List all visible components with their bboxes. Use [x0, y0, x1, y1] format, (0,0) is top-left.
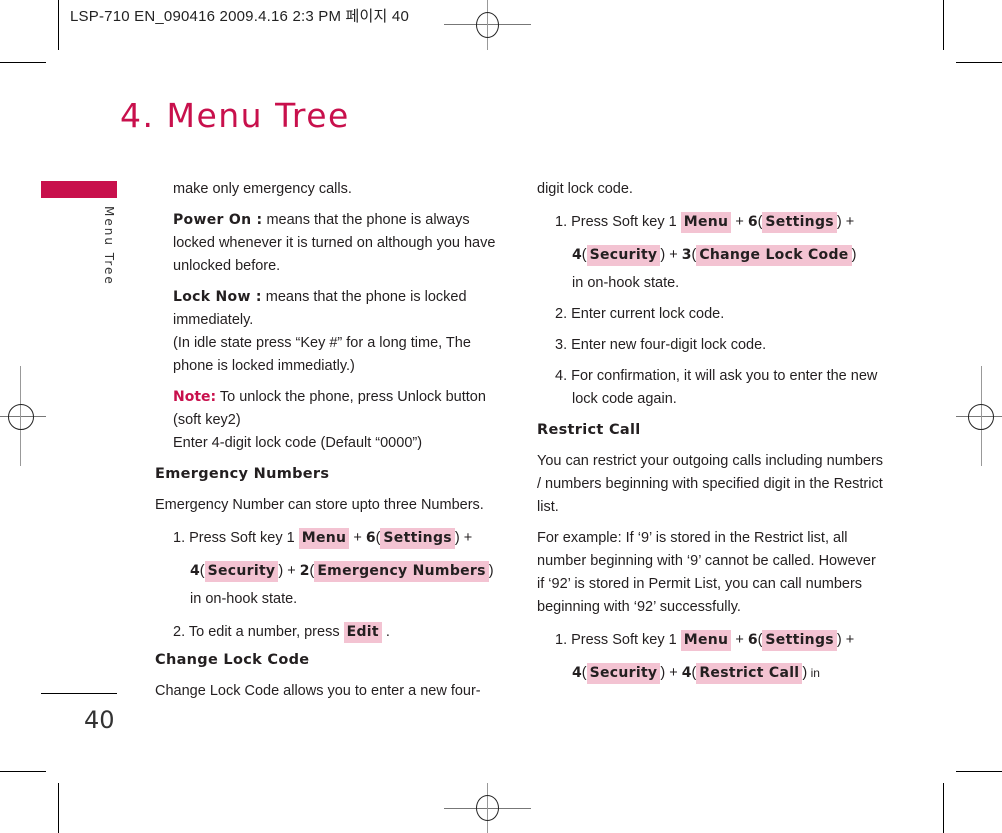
key-number: 6 — [747, 632, 758, 648]
step-2: 2. Enter current lock code. — [555, 306, 725, 322]
key-change-lock-code: Change Lock Code — [696, 245, 852, 266]
registration-mark — [476, 12, 499, 38]
restrict-example: For example: If ‘9’ is stored in the Res… — [537, 530, 876, 615]
step-text: in — [807, 666, 820, 680]
crop-mark — [956, 771, 1002, 772]
key-edit: Edit — [343, 622, 382, 643]
key-number: 2 — [299, 563, 310, 579]
registration-mark — [968, 404, 994, 430]
key-settings: Settings — [762, 630, 837, 651]
note-label: Note: — [173, 389, 217, 405]
page-number-rule — [41, 693, 117, 694]
section-tab-label: Menu Tree — [102, 206, 116, 286]
step-1-suffix: in on-hook state. — [190, 591, 298, 607]
key-emergency-numbers: Emergency Numbers — [314, 561, 489, 582]
note-paragraph: Note: To unlock the phone, press Unlock … — [155, 386, 500, 432]
lock-now-paragraph: Lock Now : means that the phone is locke… — [155, 286, 500, 332]
key-number: 4 — [572, 247, 582, 263]
section-heading-restrict-call: Restrict Call — [537, 419, 887, 442]
key-number: 6 — [365, 530, 376, 546]
power-on-paragraph: Power On : means that the phone is alway… — [155, 209, 500, 278]
crop-mark — [0, 771, 46, 772]
step-1-suffix: in on-hook state. — [572, 275, 680, 291]
restrict-desc: You can restrict your outgoing calls inc… — [537, 453, 884, 515]
step-1: 1. Press Soft key 1 Menu + 6(Settings) + — [537, 206, 887, 239]
step-text: 1. Press Soft key 1 — [555, 632, 681, 648]
key-security: Security — [204, 561, 279, 582]
key-security: Security — [586, 245, 661, 266]
right-column: digit lock code. 1. Press Soft key 1 Men… — [537, 178, 887, 690]
heading-text: Emergency Numbers — [155, 466, 330, 482]
step-text: . — [381, 624, 390, 640]
term-lock-now: Lock Now : — [173, 289, 262, 305]
key-restrict-call: Restrict Call — [696, 663, 803, 684]
key-number: 4 — [681, 665, 692, 681]
registration-mark — [8, 404, 34, 430]
crop-mark — [956, 62, 1002, 63]
crop-mark — [943, 0, 944, 50]
page-number: 40 — [84, 706, 115, 734]
step-3: 3. Enter new four-digit lock code. — [555, 337, 767, 353]
step-text: 2. To edit a number, press — [173, 624, 344, 640]
key-settings: Settings — [762, 212, 837, 233]
print-slug: LSP-710 EN_090416 2009.4.16 2:3 PM 페이지 4… — [70, 8, 409, 25]
key-menu: Menu — [680, 212, 732, 233]
change-lock-desc: Change Lock Code allows you to enter a n… — [155, 683, 481, 699]
section-tab-bar — [41, 181, 117, 198]
crop-mark — [0, 62, 46, 63]
key-settings: Settings — [380, 528, 455, 549]
crop-mark — [943, 783, 944, 833]
key-security: Security — [586, 663, 661, 684]
section-heading-change-lock: Change Lock Code — [155, 649, 500, 672]
crop-mark — [58, 0, 59, 50]
restrict-step-1: 1. Press Soft key 1 Menu + 6(Settings) + — [537, 624, 887, 657]
heading-text: Restrict Call — [537, 422, 641, 438]
step-2: 2. To edit a number, press Edit . — [155, 616, 500, 649]
step-1-cont: 4(Security) + 2(Emergency Numbers) — [155, 555, 500, 588]
key-menu: Menu — [298, 528, 350, 549]
note-text: To unlock the phone, press Unlock button… — [173, 389, 486, 428]
step-1: 1. Press Soft key 1 Menu + 6(Settings) + — [155, 522, 500, 555]
key-number: 4 — [190, 563, 200, 579]
restrict-step-1-cont: 4(Security) + 4(Restrict Call) in — [537, 657, 887, 690]
key-number: 6 — [747, 214, 758, 230]
step-4: 4. For confirmation, it will ask you to … — [555, 368, 878, 407]
key-number: 3 — [681, 247, 692, 263]
note-extra: Enter 4-digit lock code (Default “0000”) — [173, 435, 423, 451]
section-heading-emergency: Emergency Numbers — [155, 463, 500, 486]
registration-mark — [476, 795, 499, 821]
step-text: 1. Press Soft key 1 — [555, 214, 681, 230]
step-1-cont: 4(Security) + 3(Change Lock Code) — [537, 239, 887, 272]
chapter-title: 4. Menu Tree — [120, 96, 350, 135]
term-power-on: Power On : — [173, 212, 263, 228]
heading-text: Change Lock Code — [155, 652, 310, 668]
paragraph: make only emergency calls. — [173, 181, 352, 197]
crop-mark — [58, 783, 59, 833]
step-text: 1. Press Soft key 1 — [173, 530, 299, 546]
lock-now-extra: (In idle state press “Key #” for a long … — [173, 335, 471, 374]
emergency-desc: Emergency Number can store upto three Nu… — [155, 497, 484, 513]
key-menu: Menu — [680, 630, 732, 651]
key-number: 4 — [572, 665, 582, 681]
paragraph: digit lock code. — [537, 181, 633, 197]
left-column: make only emergency calls. Power On : me… — [155, 178, 500, 703]
